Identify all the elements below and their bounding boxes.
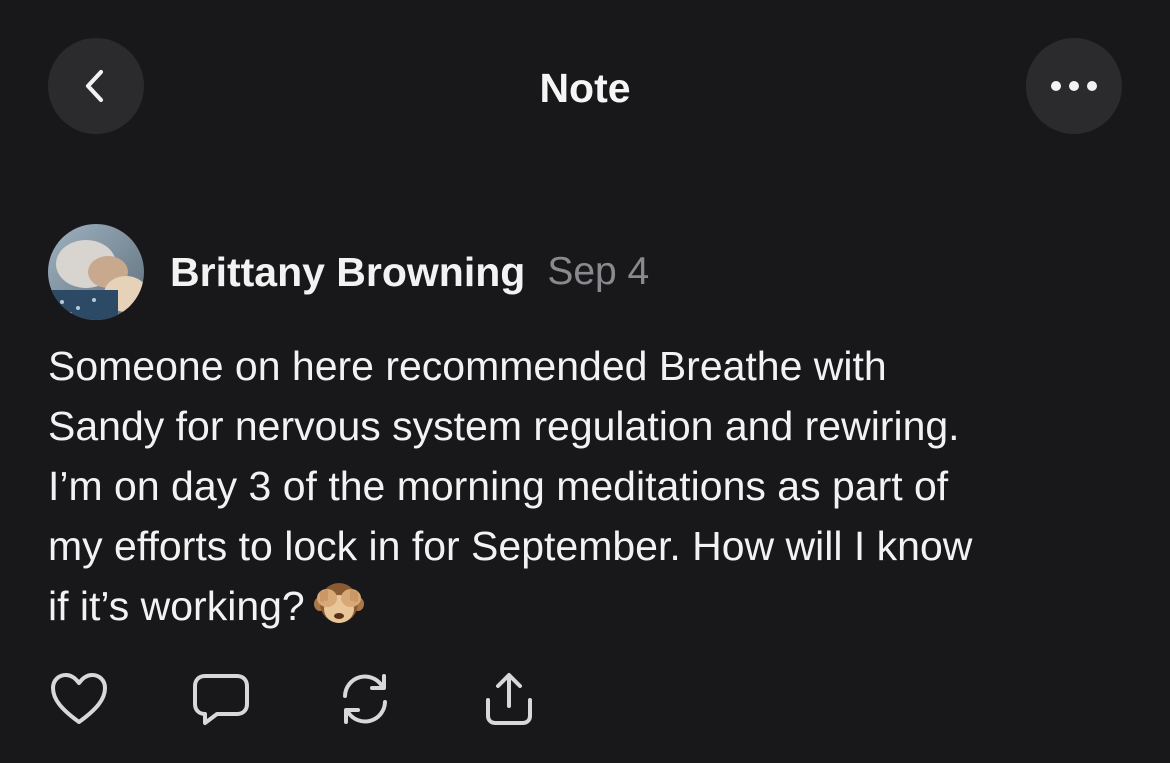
author-name[interactable]: Brittany Browning: [170, 249, 525, 296]
post-body: Someone on here recommended Breathe with…: [48, 336, 1128, 636]
post-body-line: my efforts to lock in for September. How…: [48, 523, 973, 569]
post-body-last-line: if it’s working?: [48, 576, 1128, 636]
post-body-line: Someone on here recommended Breathe with: [48, 343, 887, 389]
post-body-line: if it’s working?: [48, 583, 305, 629]
post-header: Brittany Browning Sep 4: [48, 224, 649, 320]
more-options-button[interactable]: [1026, 38, 1122, 134]
note-screen: Note Brittany Browning Sep 4 Someone on …: [0, 0, 1170, 763]
post-date: Sep 4: [547, 250, 650, 293]
heart-icon: [51, 673, 107, 724]
restack-icon: [343, 674, 387, 724]
avatar[interactable]: [48, 224, 144, 320]
see-no-evil-monkey-icon: [313, 583, 364, 623]
post-body-line: Sandy for nervous system regulation and …: [48, 403, 960, 449]
restack-button[interactable]: [334, 668, 396, 730]
speech-bubble-icon: [193, 674, 249, 725]
comment-button[interactable]: [190, 668, 252, 730]
ellipsis-icon: [1051, 81, 1097, 91]
post-body-line: I’m on day 3 of the morning meditations …: [48, 463, 949, 509]
page-title: Note: [539, 65, 631, 111]
like-button[interactable]: [48, 668, 110, 730]
share-button[interactable]: [478, 668, 540, 730]
share-icon: [486, 673, 532, 725]
